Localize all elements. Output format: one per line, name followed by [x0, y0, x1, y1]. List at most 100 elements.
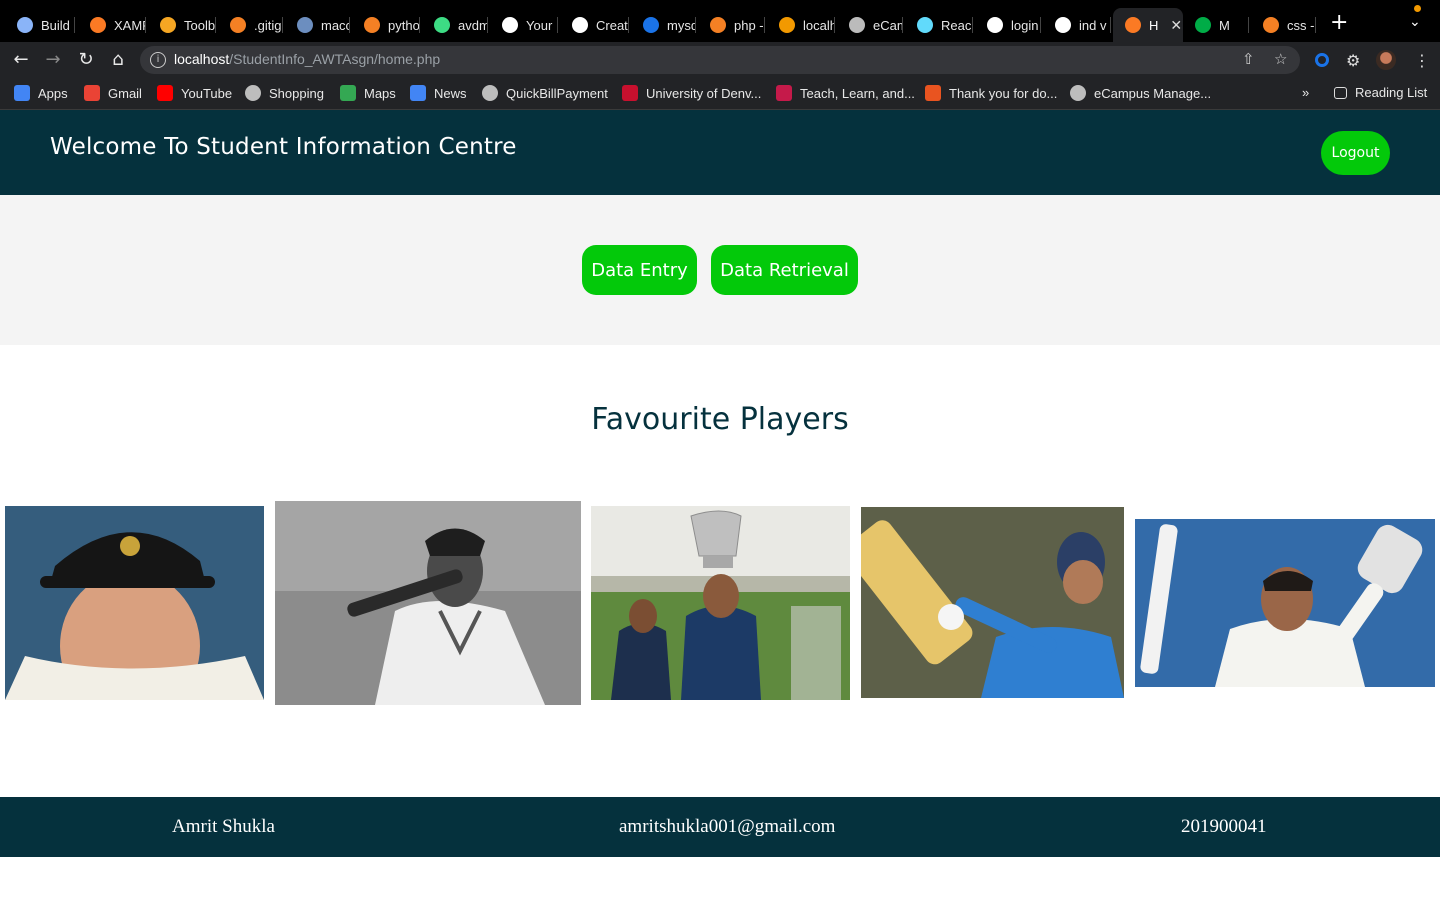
- browser-tab-label: eCam: [873, 17, 903, 33]
- reading-list-button[interactable]: Reading List: [1334, 85, 1427, 100]
- browser-tab-label: M: [1219, 17, 1230, 33]
- tab-divider: [1248, 17, 1249, 33]
- profile-avatar[interactable]: [1376, 50, 1396, 70]
- bookmark-item[interactable]: QuickBillPayment: [482, 85, 608, 101]
- university-icon: [622, 85, 638, 101]
- bookmark-item[interactable]: eCampus Manage...: [1070, 85, 1211, 101]
- browser-tab[interactable]: pytho: [352, 8, 420, 42]
- new-tab-button[interactable]: +: [1330, 12, 1348, 34]
- forward-arrow-icon[interactable]: →: [41, 48, 65, 72]
- github-icon: [502, 17, 518, 33]
- tab-divider: [1315, 17, 1316, 33]
- browser-tab[interactable]: localh: [767, 8, 835, 42]
- tab-divider: [1040, 17, 1041, 33]
- tab-divider: [74, 17, 75, 33]
- reload-icon[interactable]: ↻: [74, 48, 98, 72]
- chrome-menu-icon[interactable]: ⋮: [1414, 51, 1430, 70]
- browser-tab[interactable]: ind v: [1043, 8, 1111, 42]
- player-photo-4: [861, 507, 1124, 698]
- bookmark-item[interactable]: University of Denv...: [622, 85, 761, 101]
- tab-divider: [834, 17, 835, 33]
- more-bookmarks-button[interactable]: »: [1302, 85, 1309, 100]
- tab-divider: [145, 17, 146, 33]
- tab-divider: [902, 17, 903, 33]
- browser-tab[interactable]: avdm: [422, 8, 488, 42]
- browser-tab[interactable]: eCam: [837, 8, 903, 42]
- tab-divider: [215, 17, 216, 33]
- maps-icon: [340, 85, 356, 101]
- browser-tab[interactable]: Toolb: [148, 8, 216, 42]
- tab-divider: [557, 17, 558, 33]
- browser-tab-label: XAMP: [114, 17, 146, 33]
- news-icon: [410, 85, 426, 101]
- home-icon[interactable]: ⌂: [106, 48, 130, 72]
- bookmark-item[interactable]: Thank you for do...: [925, 85, 1057, 101]
- xampp-icon: [1125, 17, 1141, 33]
- browser-tab-label: Build: [41, 17, 70, 33]
- bookmark-item[interactable]: News: [410, 85, 467, 101]
- logout-button[interactable]: Logout: [1321, 131, 1390, 175]
- globe-icon: [849, 17, 865, 33]
- browser-tab[interactable]: css -: [1251, 8, 1316, 42]
- site-info-icon[interactable]: i: [150, 52, 166, 68]
- browser-tab-label: Your: [526, 17, 553, 33]
- extensions-puzzle-icon[interactable]: ⚙: [1346, 51, 1360, 70]
- browser-tab-label: localh: [803, 17, 835, 33]
- bookmark-item[interactable]: Gmail: [84, 85, 142, 101]
- stackoverflow-icon: [710, 17, 726, 33]
- bookmark-item[interactable]: Shopping: [245, 85, 324, 101]
- browser-tab[interactable]: php -: [698, 8, 765, 42]
- address-bar[interactable]: i localhost/StudentInfo_AWTAsgn/home.php…: [140, 46, 1300, 74]
- browser-tab-label: macc: [321, 17, 350, 33]
- data-retrieval-button[interactable]: Data Retrieval: [711, 245, 858, 295]
- browser-tab[interactable]: macc: [285, 8, 350, 42]
- browser-tab[interactable]: mysq: [631, 8, 696, 42]
- browser-tab[interactable]: .gitig: [218, 8, 283, 42]
- browser-tab[interactable]: M: [1183, 8, 1249, 42]
- stackoverflow-icon: [364, 17, 380, 33]
- address-url[interactable]: localhost/StudentInfo_AWTAsgn/home.php: [174, 51, 440, 67]
- browser-toolbar: ← → ↻ ⌂ i localhost/StudentInfo_AWTAsgn/…: [0, 42, 1440, 78]
- shield-icon: [160, 17, 176, 33]
- google-icon: [987, 17, 1003, 33]
- extension-icon[interactable]: [1315, 53, 1329, 67]
- browser-tab[interactable]: XAMP: [78, 8, 146, 42]
- share-icon[interactable]: ⇧: [1242, 50, 1255, 68]
- data-entry-button[interactable]: Data Entry: [582, 245, 697, 295]
- browser-tab[interactable]: Creat: [560, 8, 629, 42]
- close-tab-icon[interactable]: ✕: [1170, 17, 1182, 34]
- bookmark-label: Teach, Learn, and...: [800, 85, 915, 101]
- browser-tab[interactable]: login: [975, 8, 1041, 42]
- phpmyadmin-icon: [779, 17, 795, 33]
- bookmark-item[interactable]: Maps: [340, 85, 396, 101]
- browser-tab-label: H: [1149, 17, 1159, 33]
- browser-tab[interactable]: Reac: [905, 8, 973, 42]
- bookmark-item[interactable]: Teach, Learn, and...: [776, 85, 915, 101]
- youtube-icon: [157, 85, 173, 101]
- footer-email: amritshukla001@gmail.com: [619, 816, 836, 837]
- tab-divider: [695, 17, 696, 33]
- bookmark-star-icon[interactable]: ☆: [1274, 50, 1287, 68]
- tab-divider: [972, 17, 973, 33]
- bookmark-label: Thank you for do...: [949, 85, 1058, 101]
- bookmark-item[interactable]: YouTube: [157, 85, 232, 101]
- browser-tab[interactable]: H ✕: [1113, 8, 1183, 42]
- google-icon: [1055, 17, 1071, 33]
- browser-tab-label: ind v: [1079, 17, 1107, 33]
- browser-tab-label: Creat: [596, 17, 628, 33]
- browser-tab[interactable]: Build: [5, 8, 75, 42]
- browser-tab-label: Reac: [941, 17, 972, 33]
- back-arrow-icon[interactable]: ←: [9, 48, 33, 72]
- bookmark-item[interactable]: Apps: [14, 85, 68, 101]
- page: Welcome To Student Information Centre Lo…: [0, 110, 1440, 900]
- reading-list-icon: [1334, 86, 1347, 99]
- react-icon: [917, 17, 933, 33]
- stackoverflow-icon: [230, 17, 246, 33]
- browser-tab[interactable]: Your: [490, 8, 558, 42]
- bookmark-label: QuickBillPayment: [506, 85, 608, 101]
- android-icon: [434, 17, 450, 33]
- tab-search-chevron-icon[interactable]: ⌄: [1409, 14, 1421, 30]
- database-icon: [643, 17, 659, 33]
- tab-divider: [349, 17, 350, 33]
- browser-tab-strip: Build XAMP Toolb .gitig macc pytho avdm Your Cre…: [0, 0, 1440, 42]
